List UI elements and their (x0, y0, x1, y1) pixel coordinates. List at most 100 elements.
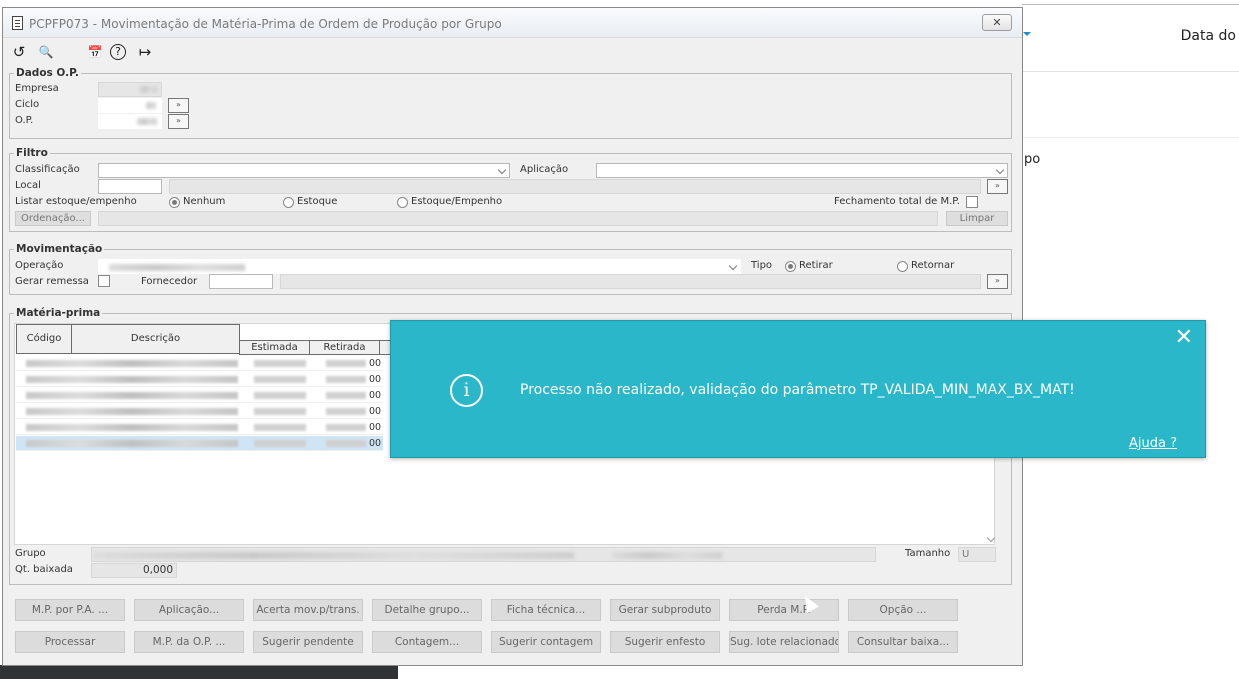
background-text-fragment: po (1024, 152, 1041, 167)
local-description-field (169, 179, 981, 194)
radio-nenhum[interactable] (169, 197, 180, 208)
undo-icon[interactable]: ↺ (9, 42, 29, 62)
fechamento-label: Fechamento total de M.P. (834, 196, 960, 207)
error-toast: ✕ i Processo não realizado, validação do… (390, 320, 1206, 458)
document-icon (12, 16, 23, 30)
tipo-label: Tipo (751, 260, 773, 271)
table-row[interactable]: 00 (16, 356, 383, 371)
row-value: 00 (369, 438, 382, 449)
background-divider (1022, 137, 1239, 138)
table-row[interactable]: 00 (16, 372, 383, 387)
sugerir-enfesto-button[interactable]: Sugerir enfesto (610, 631, 720, 653)
ciclo-label: Ciclo (15, 99, 40, 110)
op-label: O.P. (15, 115, 34, 126)
empresa-field (98, 82, 162, 97)
operacao-select[interactable] (98, 259, 741, 274)
table-row-selected[interactable]: 00 (16, 436, 383, 451)
listar-estoque-label: Listar estoque/empenho (15, 196, 137, 207)
classificacao-select[interactable] (98, 163, 510, 178)
radio-retirar[interactable] (785, 261, 796, 272)
fornecedor-field[interactable] (209, 274, 273, 289)
row-value: 00 (369, 406, 382, 417)
op-field[interactable] (98, 114, 162, 129)
background-divider (1022, 4, 1239, 5)
local-field[interactable] (98, 179, 162, 194)
fechamento-checkbox[interactable] (966, 196, 978, 208)
processar-button[interactable]: Processar (15, 631, 125, 653)
opcao-button[interactable]: Opção ... (848, 599, 958, 621)
local-lookup-button[interactable]: » (987, 179, 1008, 194)
perda-mp-button[interactable]: Perda M.P. (729, 599, 839, 621)
radio-retirar-label: Retirar (799, 260, 833, 271)
title-bar[interactable]: PCPFP073 - Movimentação de Matéria-Prima… (3, 8, 1022, 38)
mp-da-op-button[interactable]: M.P. da O.P. ... (134, 631, 244, 653)
gerar-subproduto-button[interactable]: Gerar subproduto (610, 599, 720, 621)
ordenacao-button[interactable]: Ordenação... (15, 211, 91, 226)
radio-estoque-label: Estoque (297, 196, 338, 207)
local-label: Local (15, 180, 41, 191)
tamanho-field: U (958, 547, 996, 562)
radio-retornar-label: Retornar (911, 260, 955, 271)
help-link[interactable]: Ajuda ? (1129, 436, 1177, 451)
background-column-title[interactable]: Data do (1181, 28, 1236, 44)
aplicacao-select[interactable] (596, 163, 1008, 178)
chevron-down-icon (995, 165, 1005, 175)
fornecedor-label: Fornecedor (141, 276, 198, 287)
ciclo-field[interactable] (98, 98, 162, 113)
radio-estoque-empenho-label: Estoque/Empenho (411, 196, 503, 207)
consultar-baixa-button[interactable]: Consultar baixa... (848, 631, 958, 653)
column-header-estimada[interactable]: Estimada (239, 340, 310, 355)
row-value: 00 (369, 390, 382, 401)
radio-nenhum-label: Nenhum (183, 196, 226, 207)
column-header-codigo[interactable]: Código (16, 324, 72, 354)
search-icon[interactable]: 🔍 (36, 42, 56, 62)
chevron-down-icon (728, 261, 738, 271)
aplicacao-label: Aplicação (520, 164, 569, 175)
info-icon: i (450, 374, 483, 407)
fornecedor-description-field (280, 274, 981, 289)
acerta-mov-button[interactable]: Acerta mov.p/trans. (253, 599, 363, 621)
close-window-button[interactable]: ✕ (982, 14, 1012, 31)
op-lookup-button[interactable]: » (168, 114, 189, 129)
limpar-button[interactable]: Limpar (946, 211, 1008, 226)
close-icon[interactable]: ✕ (1175, 327, 1193, 349)
table-row[interactable]: 00 (16, 404, 383, 419)
qt-baixada-label: Qt. baixada (15, 564, 73, 575)
tamanho-label: Tamanho (905, 548, 951, 559)
ciclo-lookup-button[interactable]: » (168, 98, 189, 113)
contagem-button[interactable]: Contagem... (372, 631, 482, 653)
gerar-remessa-label: Gerar remessa (15, 276, 89, 287)
calendar-icon[interactable]: 📅 (85, 42, 105, 62)
fornecedor-lookup-button[interactable]: » (987, 274, 1008, 289)
row-value: 00 (369, 358, 382, 369)
table-row[interactable]: 00 (16, 388, 383, 403)
mp-por-pa-button[interactable]: M.P. por P.A. ... (15, 599, 125, 621)
qt-baixada-field: 0,000 (91, 563, 177, 578)
detalhe-grupo-button[interactable]: Detalhe grupo... (372, 599, 482, 621)
sugerir-pendente-button[interactable]: Sugerir pendente (253, 631, 363, 653)
column-header-descricao[interactable]: Descrição (71, 324, 240, 354)
toolbar: ↺ 🔍 📅 ? ↦ (3, 39, 1022, 65)
row-value: 00 (369, 422, 382, 433)
radio-retornar[interactable] (897, 261, 908, 272)
radio-estoque-empenho[interactable] (397, 197, 408, 208)
table-row[interactable]: 00 (16, 420, 383, 435)
ficha-tecnica-button[interactable]: Ficha técnica... (491, 599, 601, 621)
dados-op-legend: Dados O.P. (16, 67, 79, 79)
column-header-retirada[interactable]: Retirada (309, 340, 380, 355)
radio-estoque[interactable] (283, 197, 294, 208)
exit-icon[interactable]: ↦ (135, 42, 155, 62)
sug-lote-relacionado-button[interactable]: Sug. lote relacionado (729, 631, 839, 653)
gerar-remessa-checkbox[interactable] (98, 275, 110, 287)
background-taskbar (0, 665, 398, 679)
empresa-label: Empresa (15, 83, 59, 94)
aplicacao-button[interactable]: Aplicação... (134, 599, 244, 621)
sugerir-contagem-button[interactable]: Sugerir contagem (491, 631, 601, 653)
grupo-field (91, 547, 876, 562)
window-title: PCPFP073 - Movimentação de Matéria-Prima… (29, 17, 502, 31)
chevron-down-icon (497, 165, 507, 175)
help-icon[interactable]: ? (110, 44, 126, 60)
caret-down-icon[interactable] (1023, 32, 1031, 36)
grupo-label: Grupo (15, 548, 46, 559)
classificacao-label: Classificação (15, 164, 80, 175)
